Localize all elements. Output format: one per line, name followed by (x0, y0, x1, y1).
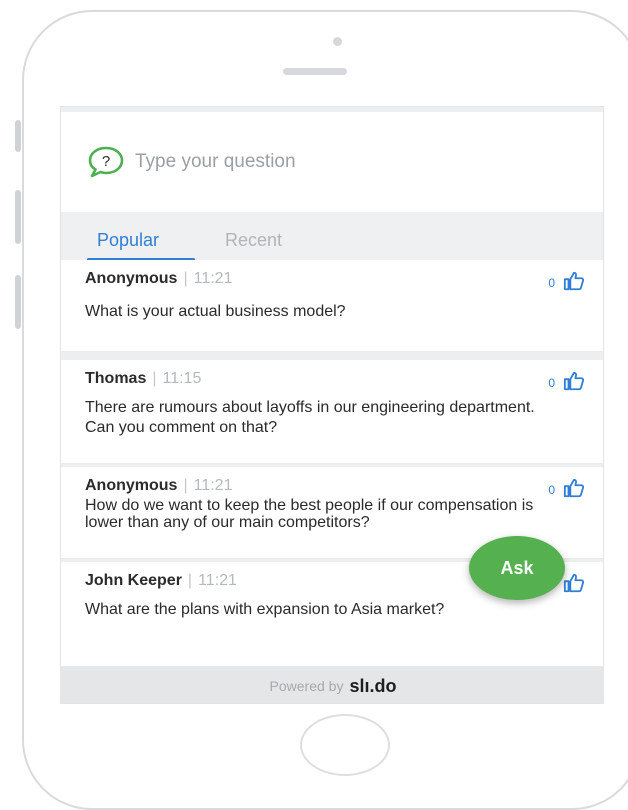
question-meta: Thomas | 11:15 (85, 370, 201, 388)
question-meta: Anonymous | 11:21 (85, 477, 232, 495)
brand-logo[interactable]: slı.do (349, 676, 396, 697)
meta-separator: | (187, 572, 193, 589)
thumbs-up-icon[interactable] (563, 370, 585, 392)
home-button[interactable] (300, 714, 390, 776)
question-author: Anonymous (85, 270, 178, 287)
question-text: What are the plans with expansion to Asi… (85, 601, 445, 618)
meta-separator: | (152, 370, 157, 387)
vote-count: 0 (548, 376, 555, 390)
question-meta: Anonymous | 11:21 (85, 270, 232, 288)
list-item: Thomas | 11:15 0 There are rumours about l… (61, 360, 603, 464)
question-text: What is your actual business model? (85, 303, 346, 320)
app-screen: ? Type your question Popular Recent Anon… (60, 106, 604, 704)
question-author: Thomas (85, 370, 147, 387)
question-time: 11:21 (198, 572, 237, 589)
question-time: 11:21 (193, 477, 233, 494)
tab-bar: Popular Recent (61, 212, 603, 261)
meta-separator: | (183, 477, 188, 494)
tab-recent[interactable]: Recent (225, 230, 282, 251)
svg-text:?: ? (102, 153, 110, 170)
question-input-bar[interactable]: ? Type your question (61, 112, 603, 212)
vote-count: 0 (548, 276, 555, 290)
question-time: 11:15 (162, 370, 202, 387)
powered-by-label: Powered by (269, 678, 344, 694)
question-text: How do we want to keep the best people i… (85, 497, 534, 531)
front-camera (333, 37, 342, 46)
vote-count: 0 (548, 483, 555, 497)
speaker-grille (283, 68, 347, 75)
vote-control[interactable]: 0 (548, 270, 585, 292)
question-author: Anonymous (85, 477, 178, 494)
thumbs-up-icon[interactable] (563, 270, 585, 292)
question-text: There are rumours about layoffs in our e… (85, 399, 535, 436)
vote-control[interactable]: 0 (548, 370, 585, 392)
meta-separator: | (183, 270, 188, 287)
question-input-placeholder: Type your question (135, 151, 296, 172)
side-button-mute (15, 120, 21, 152)
ask-button[interactable]: Ask (469, 536, 565, 600)
question-bubble-icon: ? (88, 146, 124, 178)
list-item: Anonymous | 11:21 0 What is your actual bu… (61, 260, 603, 352)
vote-control[interactable]: 0 (548, 477, 585, 499)
thumbs-up-icon[interactable] (563, 477, 585, 499)
question-meta: John Keeper | 11:21 (85, 572, 237, 590)
thumbs-up-icon[interactable] (563, 572, 585, 594)
side-button-volume-down (15, 275, 21, 329)
powered-by-footer: Powered by slı.do (61, 667, 603, 703)
question-author: John Keeper (85, 572, 182, 589)
question-time: 11:21 (193, 270, 233, 287)
tab-popular[interactable]: Popular (97, 230, 159, 251)
side-button-volume-up (15, 190, 21, 244)
